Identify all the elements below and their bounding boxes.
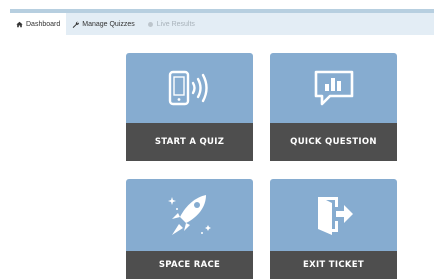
tab-live-results[interactable]: Live Results [141, 13, 201, 35]
tab-manage-quizzes[interactable]: Manage Quizzes [66, 13, 141, 35]
start-quiz-tile[interactable]: START A QUIZ [126, 53, 253, 161]
tab-manage-quizzes-label: Manage Quizzes [82, 20, 135, 28]
chat-chart-icon [314, 70, 353, 106]
quick-question-art [270, 53, 397, 123]
space-race-art [126, 179, 253, 251]
home-icon [16, 21, 23, 27]
quick-question-tile[interactable]: QUICK QUESTION [270, 53, 397, 161]
main-nav: Dashboard Manage Quizzes Live Results [10, 13, 434, 35]
exit-ticket-art [270, 179, 397, 251]
tab-dashboard-label: Dashboard [26, 20, 61, 28]
tab-live-results-label: Live Results [156, 20, 195, 28]
phone-broadcast-icon [168, 70, 208, 106]
tab-dashboard[interactable]: Dashboard [10, 13, 67, 35]
quick-question-label: QUICK QUESTION [270, 123, 397, 161]
space-race-tile[interactable]: SPACE RACE [126, 179, 253, 279]
start-quiz-art [126, 53, 253, 123]
start-quiz-label: START A QUIZ [126, 123, 253, 161]
circle-icon [147, 21, 153, 27]
exit-door-icon [317, 197, 353, 235]
top-strip [0, 0, 434, 13]
wrench-icon [72, 21, 80, 28]
exit-ticket-label: EXIT TICKET [270, 251, 397, 279]
space-race-label: SPACE RACE [126, 251, 253, 279]
exit-ticket-tile[interactable]: EXIT TICKET [270, 179, 397, 279]
rocket-icon [167, 195, 211, 235]
